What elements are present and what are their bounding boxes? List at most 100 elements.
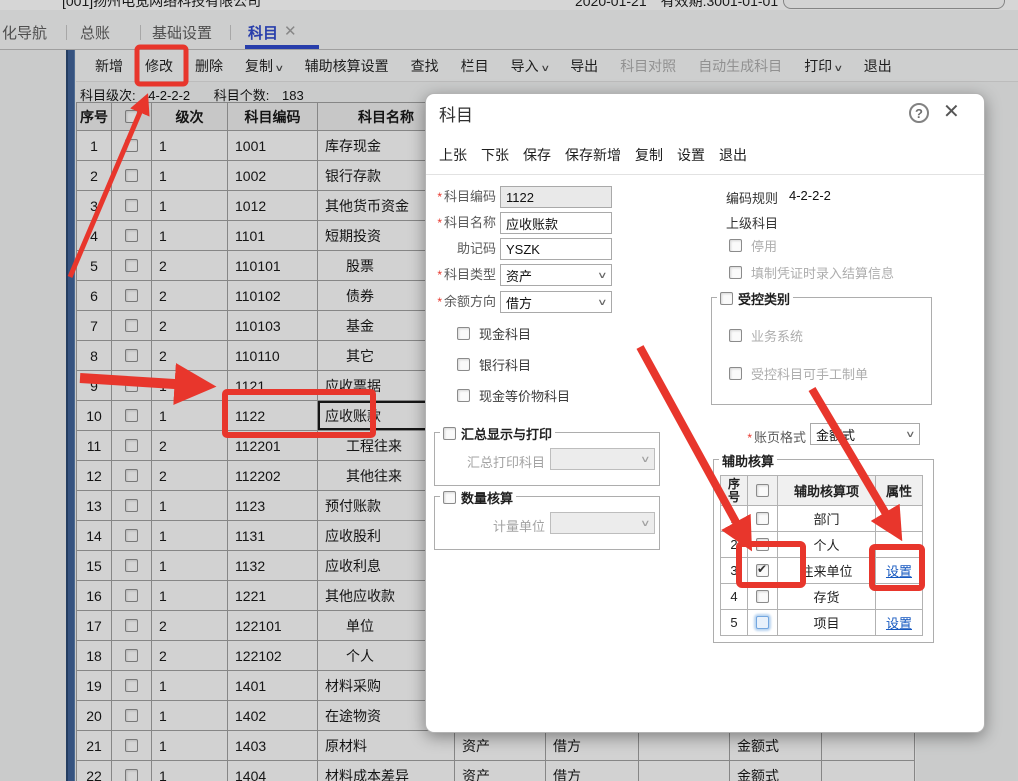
dialog-menu-item[interactable]: 下张	[481, 145, 509, 165]
cash-equivalent-checkbox[interactable]	[457, 389, 470, 402]
aux-row-checkbox[interactable]	[756, 512, 769, 525]
row-checkbox[interactable]	[125, 769, 138, 781]
manual-voucher-checkbox[interactable]	[729, 367, 742, 380]
row-checkbox[interactable]	[125, 169, 138, 182]
row-checkbox[interactable]	[125, 259, 138, 272]
dialog-menu-item[interactable]: 设置	[677, 145, 705, 165]
toolbar-button[interactable]: 退出	[864, 56, 892, 76]
aux-accounting-legend: 辅助核算	[722, 454, 775, 469]
dialog-menu-item[interactable]: 退出	[719, 145, 747, 165]
cell-name: 原材料	[318, 731, 455, 761]
aux-table-body: 1 部门 2 个人 3 往来单位	[721, 506, 923, 636]
code-input[interactable]: 1122	[500, 186, 612, 208]
row-checkbox[interactable]	[125, 379, 138, 392]
aux-table-row[interactable]: 4 存货	[721, 584, 923, 610]
row-checkbox[interactable]	[125, 139, 138, 152]
business-system-checkbox[interactable]	[729, 329, 742, 342]
tab-close-icon[interactable]: ✕	[284, 22, 297, 40]
cell-seq: 5	[77, 251, 112, 281]
aux-settings-link[interactable]: 设置	[886, 561, 912, 580]
row-checkbox[interactable]	[125, 439, 138, 452]
aux-cell-seq: 4	[721, 584, 748, 610]
row-checkbox[interactable]	[125, 289, 138, 302]
tab-nav[interactable]: 化导航	[2, 22, 47, 43]
aux-row-checkbox[interactable]	[756, 562, 769, 577]
aux-row-checkbox[interactable]	[756, 538, 769, 551]
aux-table-row[interactable]: 2 个人	[721, 532, 923, 558]
tab-subject[interactable]: 科目	[248, 22, 278, 43]
cell-code: 1101	[228, 221, 318, 251]
top-right-control[interactable]	[783, 0, 1005, 9]
aux-table-row[interactable]: 3 往来单位 设置	[721, 558, 923, 584]
page-format-select[interactable]: 金额式 ∨	[810, 423, 920, 445]
dialog-menu-item[interactable]: 复制	[635, 145, 663, 165]
row-checkbox[interactable]	[125, 649, 138, 662]
row-checkbox[interactable]	[125, 529, 138, 542]
quantity-checkbox[interactable]	[443, 491, 456, 504]
toolbar-button[interactable]: 科目对照	[620, 56, 676, 76]
toolbar-button-label: 修改	[145, 57, 173, 74]
tab-basic-setup[interactable]: 基础设置	[152, 22, 212, 43]
aux-cell-item: 存货	[778, 584, 876, 610]
unit-select[interactable]: ∨	[550, 512, 655, 534]
toolbar-button[interactable]: 导入∨	[511, 56, 550, 76]
aux-table-row[interactable]: 1 部门	[721, 506, 923, 532]
toolbar-button[interactable]: 辅助核算设置	[305, 56, 389, 76]
bank-subject-checkbox-row: 银行科目	[457, 355, 531, 374]
toolbar-button[interactable]: 自动生成科目	[698, 56, 782, 76]
row-checkbox[interactable]	[125, 349, 138, 362]
dialog-menu-item[interactable]: 保存新增	[565, 145, 621, 165]
row-checkbox[interactable]	[125, 229, 138, 242]
aux-cell-select	[748, 558, 778, 584]
row-checkbox[interactable]	[125, 199, 138, 212]
row-checkbox[interactable]	[125, 739, 138, 752]
aux-row-checkbox[interactable]	[756, 590, 769, 603]
direction-select[interactable]: 借方 ∨	[500, 291, 612, 313]
aux-select-all-checkbox[interactable]	[756, 484, 769, 497]
row-checkbox[interactable]	[125, 679, 138, 692]
type-select[interactable]: 资产 ∨	[500, 264, 612, 286]
toolbar-button[interactable]: 打印∨	[804, 56, 843, 76]
toolbar-button[interactable]: 栏目	[461, 56, 489, 76]
row-checkbox[interactable]	[125, 559, 138, 572]
aux-cell-item: 往来单位	[778, 558, 876, 584]
row-checkbox[interactable]	[125, 409, 138, 422]
row-checkbox[interactable]	[125, 469, 138, 482]
select-all-checkbox[interactable]	[125, 110, 138, 123]
table-row[interactable]: 21 1 1403 原材料 资产 借方 金额式	[77, 731, 916, 761]
settlement-checkbox[interactable]	[729, 266, 742, 279]
aux-cell-select	[748, 532, 778, 558]
level-value: 4-2-2-2	[148, 88, 191, 103]
row-checkbox[interactable]	[125, 619, 138, 632]
toolbar-button[interactable]: 复制∨	[245, 56, 284, 76]
disable-checkbox[interactable]	[729, 239, 742, 252]
tab-separator	[66, 25, 67, 40]
dialog-menu-item[interactable]: 保存	[523, 145, 551, 165]
cash-subject-checkbox[interactable]	[457, 327, 470, 340]
help-icon[interactable]: ?	[909, 103, 929, 123]
summary-print-checkbox[interactable]	[443, 427, 456, 440]
name-input[interactable]: 应收账款	[500, 212, 612, 234]
toolbar-button[interactable]: 删除	[195, 56, 223, 76]
aux-row-checkbox[interactable]	[756, 616, 769, 629]
summary-subject-select[interactable]: ∨	[550, 448, 655, 470]
controlled-type-checkbox[interactable]	[720, 292, 733, 305]
row-checkbox[interactable]	[125, 319, 138, 332]
mnemonic-input[interactable]: YSZK	[500, 238, 612, 260]
row-checkbox[interactable]	[125, 589, 138, 602]
dialog-menu-item[interactable]: 上张	[439, 145, 467, 165]
nav-splitter-bar[interactable]	[66, 50, 75, 781]
close-icon[interactable]: ✕	[943, 99, 960, 124]
toolbar-button[interactable]: 修改	[145, 56, 173, 76]
aux-settings-link[interactable]: 设置	[886, 613, 912, 632]
table-row[interactable]: 22 1 1404 材料成本差异 资产 借方 金额式	[77, 761, 916, 781]
toolbar-button[interactable]: 导出	[570, 56, 598, 76]
aux-table-row[interactable]: 5 项目 设置	[721, 610, 923, 636]
toolbar-button[interactable]: 新增	[95, 56, 123, 76]
bank-subject-checkbox[interactable]	[457, 358, 470, 371]
tab-ledger[interactable]: 总账	[80, 22, 110, 43]
toolbar-button[interactable]: 查找	[411, 56, 439, 76]
row-checkbox[interactable]	[125, 709, 138, 722]
row-checkbox[interactable]	[125, 499, 138, 512]
chevron-down-icon: ∨	[597, 269, 608, 280]
